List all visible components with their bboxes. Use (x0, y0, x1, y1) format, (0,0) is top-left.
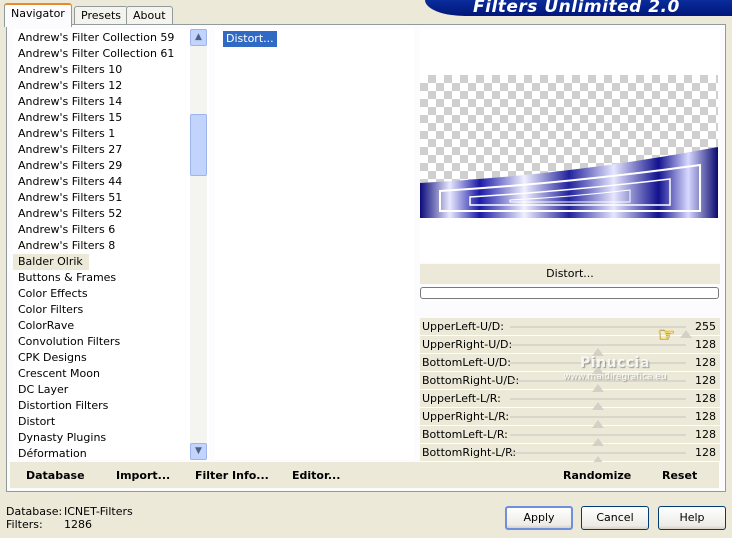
filter-list-item[interactable]: Balder Olrik (13, 254, 89, 270)
scroll-thumb[interactable] (190, 114, 207, 176)
slider-label: BottomRight-L/R: (422, 446, 517, 459)
slider-value: 128 (695, 374, 716, 387)
slider-row: BottomLeft-L/R: 128 (420, 426, 720, 446)
slider-value: 128 (695, 392, 716, 405)
filter-info-button[interactable]: Filter Info... (195, 469, 269, 482)
randomize-button[interactable]: Randomize (563, 469, 631, 482)
scroll-down-button[interactable]: ▼ (190, 443, 207, 460)
slider-value: 128 (695, 446, 716, 459)
tab-bar: Navigator Presets About (4, 3, 424, 27)
filter-list-item[interactable]: Andrew's Filters 8 (13, 238, 209, 254)
slider-row: UpperRight-L/R: 128 (420, 408, 720, 428)
filter-list-item[interactable]: Andrew's Filters 52 (13, 206, 209, 222)
pointing-hand-icon: ☞ (657, 322, 675, 346)
filter-list-item[interactable]: Convolution Filters (13, 334, 209, 350)
filter-list-item[interactable]: Andrew's Filters 6 (13, 222, 209, 238)
filters-count-value: 1286 (64, 518, 92, 531)
filter-list-item[interactable]: Color Effects (13, 286, 209, 302)
help-button[interactable]: Help (658, 506, 726, 530)
filter-list-item[interactable]: Andrew's Filter Collection 61 (13, 46, 209, 62)
filter-list-item[interactable]: Distort (13, 414, 209, 430)
filter-list-item[interactable]: Déformation (13, 446, 209, 460)
slider-value: 128 (695, 410, 716, 423)
slider-track[interactable] (510, 452, 686, 464)
filter-list-item[interactable]: Color Filters (13, 302, 209, 318)
progress-bar (420, 287, 719, 299)
filter-list-item[interactable]: ColorRave (13, 318, 209, 334)
current-effect-label: Distort... (420, 264, 720, 284)
filter-list-item[interactable]: Andrew's Filter Collection 59 (13, 30, 209, 46)
filter-list-item[interactable]: Andrew's Filters 12 (13, 78, 209, 94)
filter-list-item[interactable]: Andrew's Filters 51 (13, 190, 209, 206)
reset-button[interactable]: Reset (662, 469, 697, 482)
slider-label: BottomLeft-U/D: (422, 356, 511, 369)
slider-value: 128 (695, 356, 716, 369)
filter-list-item[interactable]: Andrew's Filters 1 (13, 126, 209, 142)
filter-list-item[interactable]: Andrew's Filters 14 (13, 94, 209, 110)
editor-button[interactable]: Editor... (292, 469, 340, 482)
preview-image (420, 75, 718, 218)
slider-label: UpperRight-L/R: (422, 410, 510, 423)
slider-value: 128 (695, 338, 716, 351)
slider-value: 128 (695, 428, 716, 441)
database-value: ICNET-Filters (64, 505, 133, 518)
slider-track[interactable] (510, 416, 686, 428)
apply-button[interactable]: Apply (505, 506, 573, 530)
effect-list[interactable]: Distort... (215, 29, 414, 460)
filter-list-item[interactable]: DC Layer (13, 382, 209, 398)
filter-list-item[interactable]: Andrew's Filters 44 (13, 174, 209, 190)
import-button[interactable]: Import... (116, 469, 170, 482)
scroll-up-button[interactable]: ▲ (190, 29, 207, 46)
slider-track[interactable] (510, 398, 686, 410)
filter-list-scrollbar[interactable]: ▲ ▼ (190, 29, 207, 460)
tab-presets[interactable]: Presets (74, 6, 129, 26)
watermark: Pinuccia www.maidiregrafica.eu (550, 356, 680, 384)
filter-list-item[interactable]: Buttons & Frames (13, 270, 209, 286)
filter-list-item[interactable]: Distortion Filters (13, 398, 209, 414)
filter-category-list[interactable]: Andrew's Filter Collection 59 Andrew's Fi… (13, 29, 209, 460)
tab-about[interactable]: About (126, 6, 173, 26)
preview-panel (420, 29, 720, 262)
filter-list-item[interactable]: Andrew's Filters 27 (13, 142, 209, 158)
slider-row: BottomRight-L/R: 128 (420, 444, 720, 464)
cancel-button[interactable]: Cancel (581, 506, 649, 530)
slider-row: UpperLeft-L/R: 128 (420, 390, 720, 410)
app-title-banner: Filters Unlimited 2.0 (425, 0, 732, 16)
slider-label: BottomLeft-L/R: (422, 428, 508, 441)
tab-navigator[interactable]: Navigator (4, 3, 72, 27)
slider-track[interactable] (510, 434, 686, 446)
filter-list-item[interactable]: Dynasty Plugins (13, 430, 209, 446)
slider-label: UpperRight-U/D: (422, 338, 513, 351)
footer-info: Database: ICNET-Filters Filters: 1286 (6, 505, 133, 531)
effect-item-distort[interactable]: Distort... (223, 31, 277, 47)
database-label: Database: (6, 505, 63, 518)
slider-value: 255 (695, 320, 716, 333)
slider-label: BottomRight-U/D: (422, 374, 520, 387)
slider-label: UpperLeft-L/R: (422, 392, 501, 405)
filter-list-item[interactable]: Andrew's Filters 29 (13, 158, 209, 174)
database-button[interactable]: Database (26, 469, 85, 482)
bottom-toolbar: Database Import... Filter Info... Editor… (10, 462, 719, 488)
preview-distort-shape (420, 147, 718, 218)
filters-count-label: Filters: (6, 518, 43, 531)
filter-list-item[interactable]: Crescent Moon (13, 366, 209, 382)
filter-list-item[interactable]: Andrew's Filters 10 (13, 62, 209, 78)
watermark-line1: Pinuccia (580, 355, 650, 371)
watermark-line2: www.maidiregrafica.eu (563, 372, 667, 382)
filter-list-item[interactable]: CPK Designs (13, 350, 209, 366)
slider-label: UpperLeft-U/D: (422, 320, 504, 333)
filter-list-item[interactable]: Andrew's Filters 15 (13, 110, 209, 126)
